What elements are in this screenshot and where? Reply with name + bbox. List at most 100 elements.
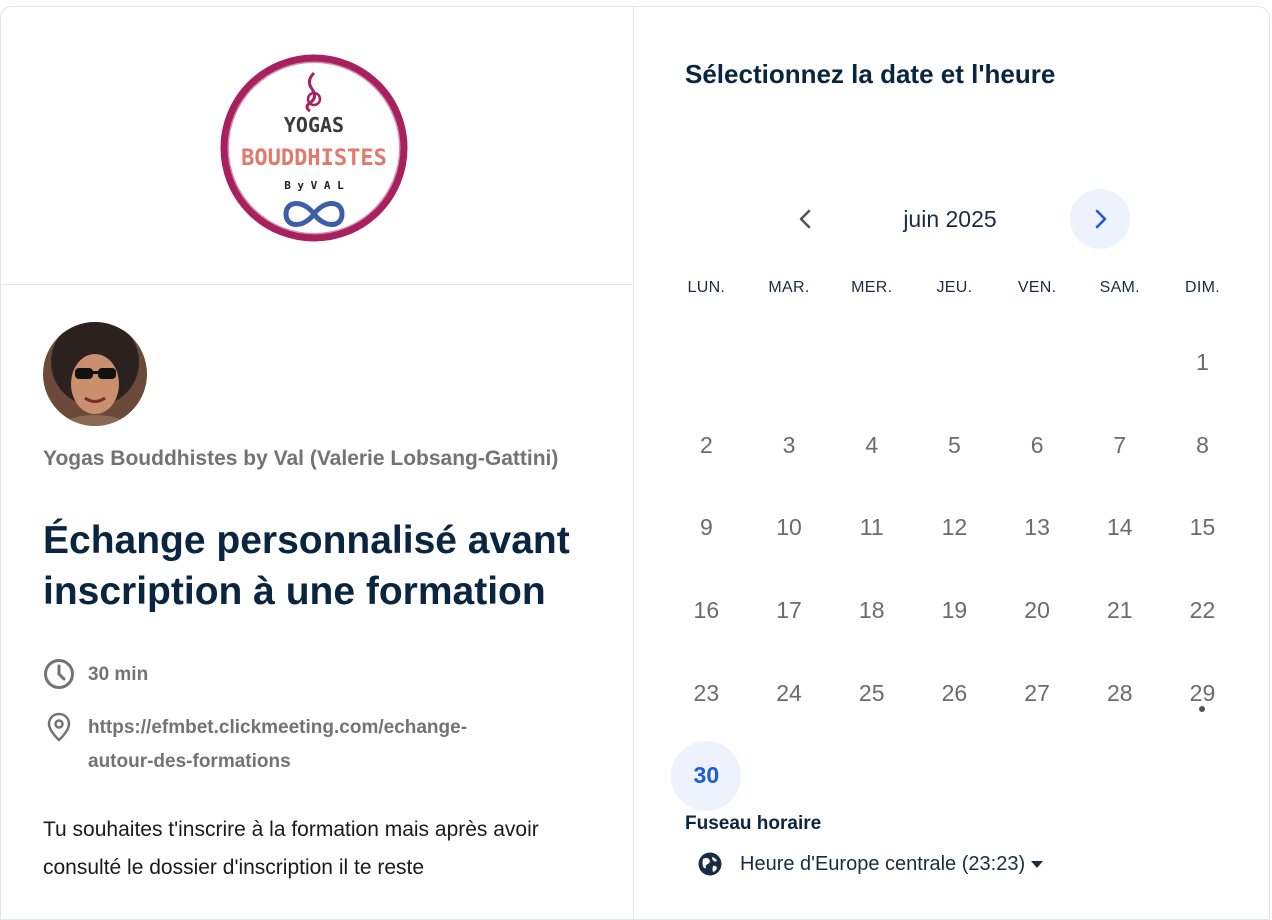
day-number: 20 [1024, 596, 1050, 623]
calendar-day: 23 [665, 652, 748, 735]
day-number: 29 [1189, 679, 1216, 706]
weekday-label: LUN. [687, 279, 726, 296]
calendar-day: 1 [1161, 321, 1244, 404]
globe-icon [698, 852, 722, 876]
day-number: 26 [941, 679, 968, 706]
calendar-week: 1 [665, 321, 1245, 404]
chevron-right-icon [1095, 209, 1107, 229]
empty-day-cell [1161, 734, 1244, 817]
weekday-label: DIM. [1184, 279, 1220, 296]
calendar-day-available[interactable]: 30 [665, 734, 748, 817]
calendar-day: 16 [665, 569, 748, 652]
empty-day-cell [1078, 321, 1161, 404]
day-number: 24 [776, 679, 802, 706]
calendar-week: 23 24 25 26 27 28 29 [665, 652, 1245, 735]
logo-area: YOGAS BOUDDHISTES B y V A L [1, 7, 633, 285]
duration-text: 30 min [88, 664, 149, 685]
day-number: 25 [858, 679, 885, 706]
month-navigation: juin 2025 [685, 189, 1240, 251]
day-number: 4 [865, 431, 879, 458]
calendar-day: 13 [996, 486, 1079, 569]
current-month: juin 2025 [903, 206, 997, 232]
calendar-heading: Sélectionnez la date et l'heure [685, 59, 1056, 89]
empty-day-cell [748, 321, 831, 404]
day-number: 6 [1030, 431, 1044, 458]
calendar-day: 7 [1078, 404, 1161, 487]
weekday-label: MER. [851, 279, 893, 296]
day-number: 10 [776, 514, 802, 541]
weekday-label: MAR. [768, 279, 810, 296]
calendar-day: 9 [665, 486, 748, 569]
calendar-panel: Sélectionnez la date et l'heure juin 202… [633, 7, 1271, 919]
weekday-label: SAM. [1099, 279, 1140, 296]
calendar-day: 8 [1161, 404, 1244, 487]
day-number: 14 [1106, 514, 1133, 541]
day-number: 8 [1196, 431, 1209, 458]
day-number: 16 [693, 596, 720, 623]
event-description: Tu souhaites t'inscrire à la formation m… [43, 818, 539, 879]
day-number: 7 [1113, 431, 1127, 458]
timezone-value: Heure d'Europe centrale (23:23) [740, 852, 1026, 875]
calendar-day: 17 [748, 569, 831, 652]
empty-day-cell [665, 321, 748, 404]
location-link[interactable]: https://efmbet.clickmeeting.com/echange-… [88, 711, 528, 779]
empty-day-cell [996, 321, 1079, 404]
calendar-day: 3 [748, 404, 831, 487]
empty-day-cell [913, 321, 996, 404]
day-number: 15 [1189, 514, 1216, 541]
empty-day-cell [996, 734, 1079, 817]
day-number: 17 [776, 596, 802, 623]
calendar-day: 12 [913, 486, 996, 569]
empty-day-cell [1078, 734, 1161, 817]
day-number: 19 [941, 596, 968, 623]
day-number: 11 [859, 514, 884, 541]
organizer-name: Yogas Bouddhistes by Val (Valerie Lobsan… [43, 447, 559, 470]
logo-line-bouddhistes: BOUDDHISTES [241, 146, 387, 171]
day-number: 18 [858, 596, 885, 623]
day-number: 22 [1189, 596, 1216, 623]
map-pin-icon [47, 712, 71, 742]
duration-row: 30 min [43, 658, 148, 692]
day-number: 1 [1196, 348, 1209, 375]
day-number: 2 [699, 431, 713, 458]
calendar-day: 5 [913, 404, 996, 487]
day-number: 13 [1024, 514, 1050, 541]
location-row: https://efmbet.clickmeeting.com/echange-… [43, 711, 528, 779]
timezone-select[interactable]: Heure d'Europe centrale (23:23) [697, 851, 1044, 877]
caret-down-icon [1031, 860, 1044, 868]
calendar-day: 25 [830, 652, 913, 735]
day-number: 5 [948, 431, 961, 458]
calendar-day: 26 [913, 652, 996, 735]
calendar-day: 14 [1078, 486, 1161, 569]
calendar-day: 2 [665, 404, 748, 487]
calendar-day: 6 [996, 404, 1079, 487]
weekday-header: LUN. MAR. MER. JEU. VEN. SAM. DIM. [665, 279, 1245, 297]
day-number: 23 [693, 679, 720, 706]
empty-day-cell [830, 321, 913, 404]
day-number: 3 [782, 431, 796, 458]
day-number: 28 [1106, 679, 1133, 706]
event-title: Échange personnalisé avant inscription à… [43, 519, 570, 613]
weekday-label: JEU. [936, 279, 973, 296]
day-number: 21 [1106, 596, 1133, 623]
calendar-week: 9 10 11 12 13 14 15 [665, 486, 1245, 569]
calendar-day: 4 [830, 404, 913, 487]
next-month-button[interactable] [1070, 189, 1130, 249]
calendar-day: 19 [913, 569, 996, 652]
logo-line-byval: B y V A L [284, 179, 344, 192]
timezone-label: Fuseau horaire [685, 813, 822, 834]
calendar-day: 11 [830, 486, 913, 569]
empty-day-cell [830, 734, 913, 817]
calendar-day: 18 [830, 569, 913, 652]
calendar-day: 20 [996, 569, 1079, 652]
calendar-week: 16 17 18 19 20 21 22 [665, 569, 1245, 652]
organizer-avatar [43, 322, 147, 426]
calendar-day: 28 [1078, 652, 1161, 735]
calendar-grid: 1 2 3 4 5 6 7 8 9 10 11 12 13 14 15 16 17 18 19 20 21 22 23 24 2… [665, 321, 1245, 817]
calendar-week: 2 3 4 5 6 7 8 [665, 404, 1245, 487]
day-number: 30 [671, 740, 742, 811]
calendar-day: 29 [1161, 652, 1244, 735]
calendar-day: 27 [996, 652, 1079, 735]
day-number: 9 [699, 514, 713, 541]
day-number: 27 [1024, 679, 1050, 706]
